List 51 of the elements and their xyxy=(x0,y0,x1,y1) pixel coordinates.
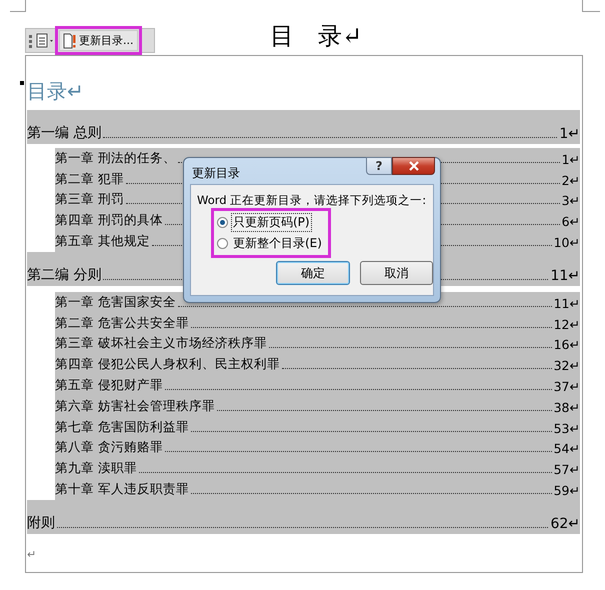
cancel-button[interactable]: 取消 xyxy=(360,261,433,285)
entry-title: 第五章 其他规定 xyxy=(55,232,150,250)
help-button[interactable]: ? xyxy=(366,157,392,175)
page-number: 37↵ xyxy=(554,378,580,394)
entry-title: 第二章 危害公共安全罪 xyxy=(55,314,189,332)
dialog-title: 更新目录 xyxy=(191,164,240,182)
page-number: 1↵ xyxy=(562,152,580,167)
page-number: 10↵ xyxy=(554,234,580,250)
page-number: 1↵ xyxy=(559,126,580,142)
page-number: 32↵ xyxy=(554,358,580,374)
entry-title: 第二章 犯罪 xyxy=(55,170,124,188)
toc-heading: 目录↵ xyxy=(27,78,85,105)
page-title: 目 录↵ xyxy=(270,21,362,52)
close-icon xyxy=(408,161,420,171)
entry-title: 第四章 侵犯公民人身权利、民主权利罪 xyxy=(55,356,280,374)
entry-title: 第十章 军人违反职责罪 xyxy=(55,480,189,498)
page-number: 6↵ xyxy=(562,214,580,230)
page-number: 16↵ xyxy=(554,337,580,352)
ok-button[interactable]: 确定 xyxy=(276,261,350,285)
page-number: 62↵ xyxy=(550,516,580,532)
document-menu-icon[interactable] xyxy=(36,32,56,48)
entry-title: 第一编 总则 xyxy=(27,124,102,142)
page-number: 3↵ xyxy=(562,193,580,208)
dialog-message: Word 正在更新目录，请选择下列选项之一: xyxy=(197,193,428,208)
paragraph-mark: ↵ xyxy=(27,548,36,561)
entry-title: 第五章 侵犯财产罪 xyxy=(55,376,163,394)
document-alert-icon xyxy=(63,32,77,48)
entry-title: 第一章 刑法的任务、 xyxy=(55,150,176,167)
page-number: 11↵ xyxy=(550,268,580,284)
radio-option[interactable]: 更新整个目录(E) xyxy=(217,234,324,253)
entry-title: 第一章 危害国家安全 xyxy=(55,294,176,311)
page-number: 57↵ xyxy=(554,462,580,478)
page-number: 54↵ xyxy=(554,441,580,456)
grip-icon[interactable] xyxy=(28,34,33,48)
close-button[interactable] xyxy=(392,157,435,175)
page-number: 11↵ xyxy=(554,296,580,311)
entry-title: 附则 xyxy=(27,514,55,532)
entry-title: 第八章 贪污贿赂罪 xyxy=(55,439,163,456)
page-number: 38↵ xyxy=(554,400,580,415)
page-number: 59↵ xyxy=(554,482,580,498)
entry-title: 第三章 破坏社会主义市场经济秩序罪 xyxy=(55,335,267,352)
entry-title: 第六章 妨害社会管理秩序罪 xyxy=(55,398,215,415)
page-number: 53↵ xyxy=(554,420,580,436)
entry-title: 第九章 渎职罪 xyxy=(55,460,137,478)
page-number: 12↵ xyxy=(554,316,580,332)
entry-title: 第二编 分则 xyxy=(27,266,102,284)
entry-title: 第三章 刑罚 xyxy=(55,191,124,208)
entry-title: 第七章 危害国防利益罪 xyxy=(55,418,189,436)
page-number: 2↵ xyxy=(562,172,580,188)
anchor-mark xyxy=(20,81,24,85)
entry-title: 第四章 刑罚的具体 xyxy=(55,212,163,230)
